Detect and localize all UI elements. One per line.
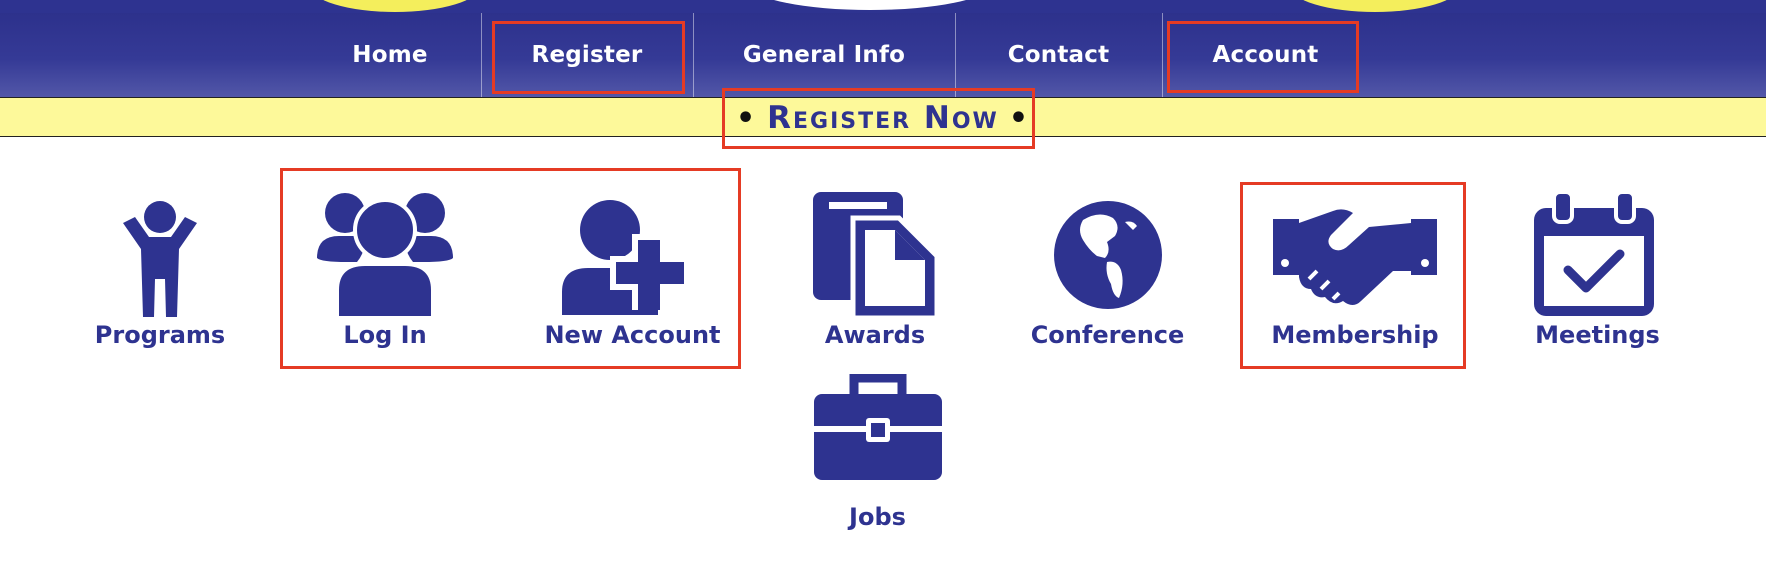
register-now-link[interactable]: • Register Now • bbox=[0, 98, 1766, 138]
programs-label: Programs bbox=[94, 321, 226, 349]
tile-programs[interactable]: Programs bbox=[80, 195, 240, 355]
nav-register[interactable]: Register bbox=[482, 13, 692, 97]
header-badge-right bbox=[1290, 0, 1460, 12]
register-now-text: Register Now bbox=[767, 100, 999, 136]
main-navigation: Home Register General Info Contact Accou… bbox=[0, 13, 1766, 97]
globe-icon bbox=[1054, 201, 1162, 309]
tile-login[interactable]: Log In bbox=[300, 190, 470, 355]
header-badge-center bbox=[750, 0, 990, 10]
documents-icon bbox=[813, 192, 938, 320]
nav-account[interactable]: Account bbox=[1163, 13, 1368, 97]
login-label: Log In bbox=[343, 321, 427, 349]
person-arms-up-icon bbox=[123, 201, 197, 317]
tile-new-account[interactable]: New Account bbox=[540, 195, 725, 355]
jobs-label: Jobs bbox=[849, 503, 906, 531]
nav-general-info[interactable]: General Info bbox=[694, 13, 954, 97]
calendar-check-icon bbox=[1534, 192, 1654, 316]
nav-contact[interactable]: Contact bbox=[956, 13, 1161, 97]
tile-meetings[interactable]: Meetings bbox=[1520, 190, 1675, 355]
new-account-label: New Account bbox=[544, 321, 721, 349]
nav-home[interactable]: Home bbox=[300, 13, 480, 97]
header-artwork-strip bbox=[0, 0, 1766, 13]
users-group-icon bbox=[317, 193, 453, 318]
user-plus-icon bbox=[562, 200, 690, 315]
banner-bullet-left: • bbox=[735, 100, 758, 136]
tile-membership[interactable]: Membership bbox=[1255, 195, 1455, 355]
register-now-banner: • Register Now • bbox=[0, 97, 1766, 137]
meetings-label: Meetings bbox=[1535, 321, 1660, 349]
conference-label: Conference bbox=[1030, 321, 1185, 349]
tile-jobs[interactable]: Jobs bbox=[800, 370, 955, 540]
membership-label: Membership bbox=[1271, 321, 1439, 349]
handshake-icon bbox=[1273, 209, 1437, 305]
tile-awards[interactable]: Awards bbox=[800, 190, 950, 355]
briefcase-icon bbox=[814, 374, 942, 480]
tile-conference[interactable]: Conference bbox=[1025, 195, 1190, 355]
awards-label: Awards bbox=[824, 321, 926, 349]
banner-bullet-right: • bbox=[1008, 100, 1031, 136]
header-badge-left bbox=[310, 0, 480, 12]
